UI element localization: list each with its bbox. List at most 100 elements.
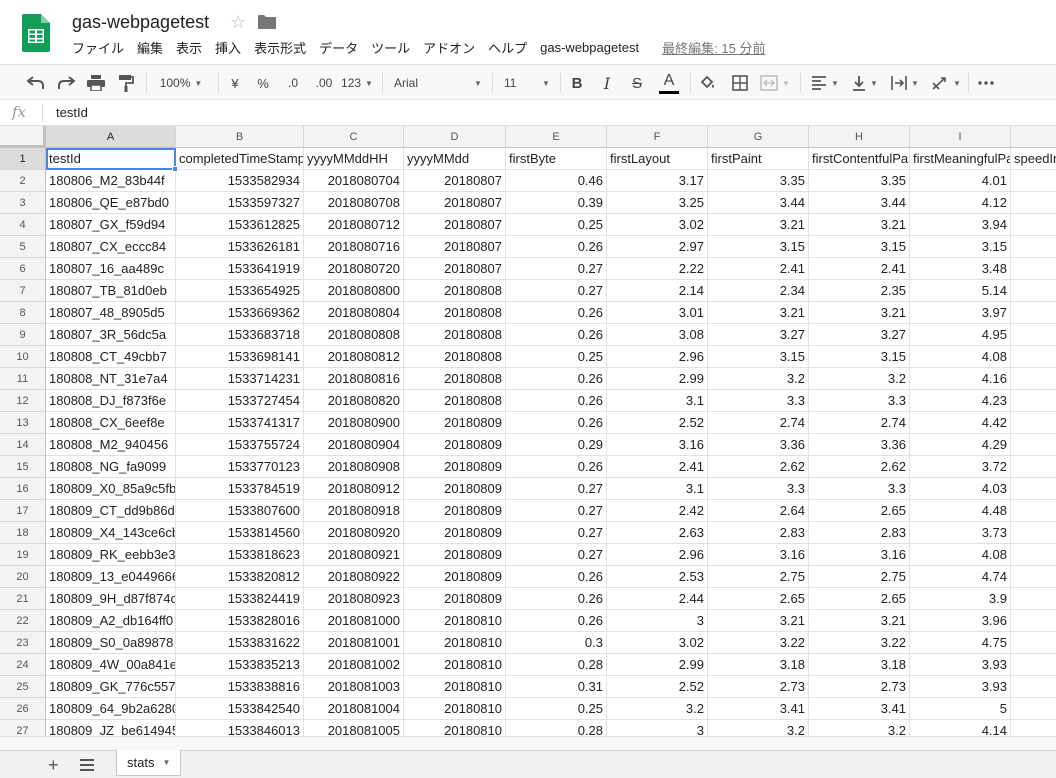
data-cell[interactable]: 180809_64_9b2a6280: [46, 698, 176, 720]
data-cell[interactable]: 3.16: [708, 544, 809, 566]
data-cell[interactable]: 3.25: [607, 192, 708, 214]
data-cell[interactable]: [1011, 698, 1056, 720]
row-header[interactable]: 17: [0, 500, 46, 522]
data-cell[interactable]: 20180808: [404, 390, 506, 412]
header-cell[interactable]: yyyyMMdd: [404, 148, 506, 170]
more-formats-select[interactable]: 123 ▼: [340, 65, 374, 101]
data-cell[interactable]: [1011, 610, 1056, 632]
formula-input[interactable]: testId: [56, 105, 88, 120]
column-header-g[interactable]: G: [708, 126, 809, 148]
data-cell[interactable]: 1533714231: [176, 368, 304, 390]
data-cell[interactable]: 4.01: [910, 170, 1011, 192]
data-cell[interactable]: 2.83: [708, 522, 809, 544]
row-header[interactable]: 27: [0, 720, 46, 736]
data-cell[interactable]: 3.15: [910, 236, 1011, 258]
text-rotation-button[interactable]: ▼: [926, 65, 966, 101]
data-cell[interactable]: 1533698141: [176, 346, 304, 368]
data-cell[interactable]: 2.52: [607, 676, 708, 698]
data-cell[interactable]: 180809_9H_d87f874c: [46, 588, 176, 610]
data-cell[interactable]: 3.16: [809, 544, 910, 566]
data-cell[interactable]: 0.39: [506, 192, 607, 214]
data-cell[interactable]: 3.15: [809, 346, 910, 368]
undo-button[interactable]: [24, 65, 48, 101]
data-cell[interactable]: 3.21: [809, 214, 910, 236]
data-cell[interactable]: 20180809: [404, 522, 506, 544]
data-cell[interactable]: 2018080908: [304, 456, 404, 478]
data-cell[interactable]: 3.15: [708, 236, 809, 258]
row-header[interactable]: 16: [0, 478, 46, 500]
data-cell[interactable]: 1533784519: [176, 478, 304, 500]
data-cell[interactable]: 1533741317: [176, 412, 304, 434]
borders-button[interactable]: [728, 65, 752, 101]
data-cell[interactable]: [1011, 500, 1056, 522]
sheets-logo-icon[interactable]: [22, 14, 50, 52]
data-cell[interactable]: 0.28: [506, 720, 607, 736]
data-cell[interactable]: 2.74: [809, 412, 910, 434]
data-cell[interactable]: 2018080921: [304, 544, 404, 566]
data-cell[interactable]: 4.74: [910, 566, 1011, 588]
row-header[interactable]: 24: [0, 654, 46, 676]
data-cell[interactable]: 2.62: [809, 456, 910, 478]
data-cell[interactable]: [1011, 390, 1056, 412]
data-cell[interactable]: 0.26: [506, 302, 607, 324]
data-cell[interactable]: [1011, 566, 1056, 588]
data-cell[interactable]: 4.16: [910, 368, 1011, 390]
data-cell[interactable]: 180808_CX_6eef8e: [46, 412, 176, 434]
data-cell[interactable]: 3.44: [809, 192, 910, 214]
data-cell[interactable]: 0.25: [506, 698, 607, 720]
data-cell[interactable]: 2018081001: [304, 632, 404, 654]
data-cell[interactable]: 3.02: [607, 214, 708, 236]
fill-color-button[interactable]: [696, 65, 720, 101]
data-cell[interactable]: [1011, 368, 1056, 390]
data-cell[interactable]: 3.01: [607, 302, 708, 324]
data-cell[interactable]: 2.52: [607, 412, 708, 434]
data-cell[interactable]: 3: [607, 720, 708, 736]
data-cell[interactable]: 20180808: [404, 346, 506, 368]
sheet-tab-stats[interactable]: stats ▼: [116, 750, 182, 776]
data-cell[interactable]: 20180809: [404, 412, 506, 434]
row-header[interactable]: 7: [0, 280, 46, 302]
header-cell[interactable]: firstLayout: [607, 148, 708, 170]
data-cell[interactable]: 20180808: [404, 280, 506, 302]
data-cell[interactable]: [1011, 478, 1056, 500]
vertical-align-button[interactable]: ▼: [846, 65, 884, 101]
row-header[interactable]: 14: [0, 434, 46, 456]
header-cell[interactable]: firstContentfulPaint: [809, 148, 910, 170]
data-cell[interactable]: 2018081002: [304, 654, 404, 676]
data-cell[interactable]: 3.36: [809, 434, 910, 456]
row-header[interactable]: 25: [0, 676, 46, 698]
data-cell[interactable]: 3.1: [607, 390, 708, 412]
data-cell[interactable]: 3.21: [809, 610, 910, 632]
more-button[interactable]: [974, 65, 998, 101]
column-header-h[interactable]: H: [809, 126, 910, 148]
data-cell[interactable]: 3.18: [809, 654, 910, 676]
data-cell[interactable]: [1011, 236, 1056, 258]
data-cell[interactable]: 5: [910, 698, 1011, 720]
data-cell[interactable]: 2018080812: [304, 346, 404, 368]
data-cell[interactable]: 2.14: [607, 280, 708, 302]
column-header-partial[interactable]: [1011, 126, 1056, 148]
data-cell[interactable]: 1533846013: [176, 720, 304, 736]
data-cell[interactable]: [1011, 588, 1056, 610]
row-header[interactable]: 10: [0, 346, 46, 368]
data-cell[interactable]: 4.08: [910, 544, 1011, 566]
header-cell[interactable]: testId: [46, 148, 176, 170]
data-cell[interactable]: 4.12: [910, 192, 1011, 214]
data-cell[interactable]: [1011, 302, 1056, 324]
row-header[interactable]: 12: [0, 390, 46, 412]
data-cell[interactable]: 20180807: [404, 236, 506, 258]
data-cell[interactable]: [1011, 346, 1056, 368]
data-cell[interactable]: 20180807: [404, 258, 506, 280]
data-cell[interactable]: 2.73: [809, 676, 910, 698]
increase-decimal-button[interactable]: .00: [310, 65, 338, 101]
data-cell[interactable]: 4.95: [910, 324, 1011, 346]
data-cell[interactable]: 3.17: [607, 170, 708, 192]
data-cell[interactable]: 2018080820: [304, 390, 404, 412]
data-cell[interactable]: 3.94: [910, 214, 1011, 236]
percent-format-button[interactable]: %: [252, 65, 274, 101]
data-cell[interactable]: 0.27: [506, 478, 607, 500]
data-cell[interactable]: 20180810: [404, 654, 506, 676]
data-cell[interactable]: 20180809: [404, 566, 506, 588]
data-cell[interactable]: 2018080923: [304, 588, 404, 610]
data-cell[interactable]: 0.46: [506, 170, 607, 192]
